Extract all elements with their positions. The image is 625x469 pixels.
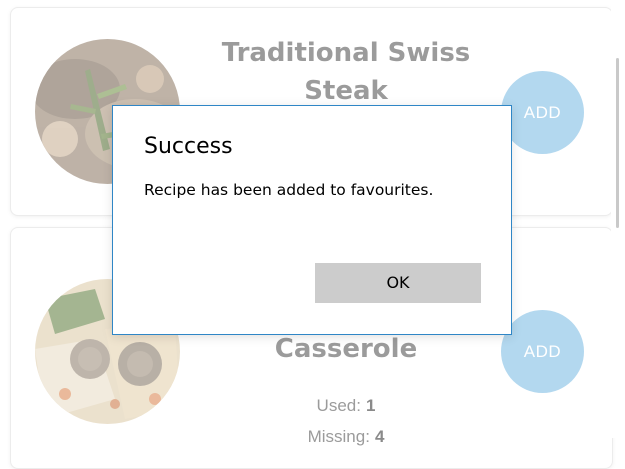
- add-button[interactable]: ADD: [501, 71, 584, 154]
- add-button[interactable]: ADD: [501, 310, 584, 393]
- dialog-message: Recipe has been added to favourites.: [144, 181, 434, 199]
- recipe-title: Casserole: [274, 334, 418, 364]
- recipe-title: Traditional Swiss Steak: [221, 38, 471, 106]
- missing-count: 4: [374, 427, 385, 446]
- success-dialog: Success Recipe has been added to favouri…: [112, 105, 512, 335]
- missing-label: Missing:: [307, 427, 370, 446]
- scrollbar[interactable]: [611, 0, 625, 438]
- used-ingredients: Used: 1: [206, 396, 486, 416]
- missing-ingredients: Missing: 4: [206, 427, 486, 447]
- ok-button[interactable]: OK: [315, 263, 481, 303]
- scrollbar-thumb[interactable]: [616, 58, 619, 228]
- used-count: 1: [365, 396, 376, 415]
- used-label: Used:: [316, 396, 361, 415]
- dialog-title: Success: [144, 134, 233, 159]
